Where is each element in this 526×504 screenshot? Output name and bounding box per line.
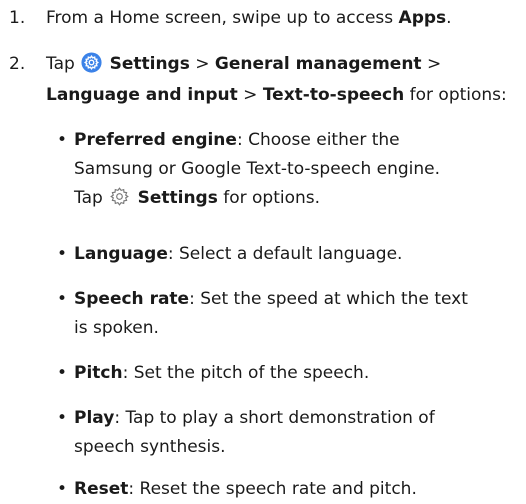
instructions-document: 1. From a Home screen, swipe up to acces… xyxy=(0,0,526,503)
option-desc: Samsung or Google Text-to-speech engine. xyxy=(74,159,441,179)
settings-label: Settings xyxy=(137,188,218,208)
option-text: Pitch: Set the pitch of the speech. xyxy=(74,359,522,388)
text-to-speech-label: Text-to-speech xyxy=(262,85,405,105)
separator: > xyxy=(195,54,210,74)
option-term: Reset xyxy=(74,479,129,499)
for-options-text: for options. xyxy=(217,188,321,208)
option-desc: : Tap to play a short demonstration of xyxy=(114,408,435,428)
settings-gear-icon xyxy=(110,187,130,206)
option-desc: : Select a default language. xyxy=(167,244,403,264)
option-desc: : Set the pitch of the speech. xyxy=(122,363,370,383)
option-desc: is spoken. xyxy=(74,318,159,338)
option-text: Language: Select a default language. xyxy=(74,240,522,269)
option-desc: : Reset the speech rate and pitch. xyxy=(128,479,417,499)
bullet-dot: • xyxy=(57,408,68,428)
settings-app-icon xyxy=(81,52,102,73)
step-text: From a Home screen, swipe up to access A… xyxy=(46,3,522,34)
settings-label: Settings xyxy=(109,54,190,74)
apps-label: Apps xyxy=(398,8,447,28)
option-text: Reset: Reset the speech rate and pitch. xyxy=(74,475,522,504)
step-text: Language and input > Text-to-speech for … xyxy=(46,80,522,111)
separator: > xyxy=(426,54,442,74)
option-text: Tap Settings for options. xyxy=(74,184,522,213)
tap-text: Tap xyxy=(46,54,75,74)
option-desc: : Set the speed at which the text xyxy=(189,289,468,309)
for-options-text: for options: xyxy=(404,85,507,105)
bullet-dot: • xyxy=(57,244,68,264)
option-text: Preferred engine: Choose either the xyxy=(74,126,522,155)
tap-text: Tap xyxy=(74,188,103,208)
option-term: Preferred engine xyxy=(74,130,237,150)
bullet-dot: • xyxy=(57,479,68,499)
step-1-text: From a Home screen, swipe up to access xyxy=(46,8,399,28)
step-number: 2. xyxy=(9,54,26,74)
bullet-dot: • xyxy=(57,130,68,150)
step-text: Tap Settings > General management > xyxy=(46,49,522,80)
language-and-input-label: Language and input xyxy=(46,85,238,105)
step-1-period: . xyxy=(446,8,452,28)
option-desc: : Choose either the xyxy=(236,130,400,150)
bullet-dot: • xyxy=(57,363,68,383)
option-text: Play: Tap to play a short demonstration … xyxy=(74,404,522,433)
option-desc: speech synthesis. xyxy=(74,437,226,457)
bullet-dot: • xyxy=(57,289,68,309)
separator: > xyxy=(243,85,258,105)
option-term: Language xyxy=(74,244,168,264)
general-management-label: General management xyxy=(214,54,422,74)
option-term: Speech rate xyxy=(74,289,190,309)
step-number: 1. xyxy=(9,8,26,28)
option-term: Play xyxy=(74,408,115,428)
option-term: Pitch xyxy=(74,363,123,383)
option-text: Speech rate: Set the speed at which the … xyxy=(74,285,522,314)
